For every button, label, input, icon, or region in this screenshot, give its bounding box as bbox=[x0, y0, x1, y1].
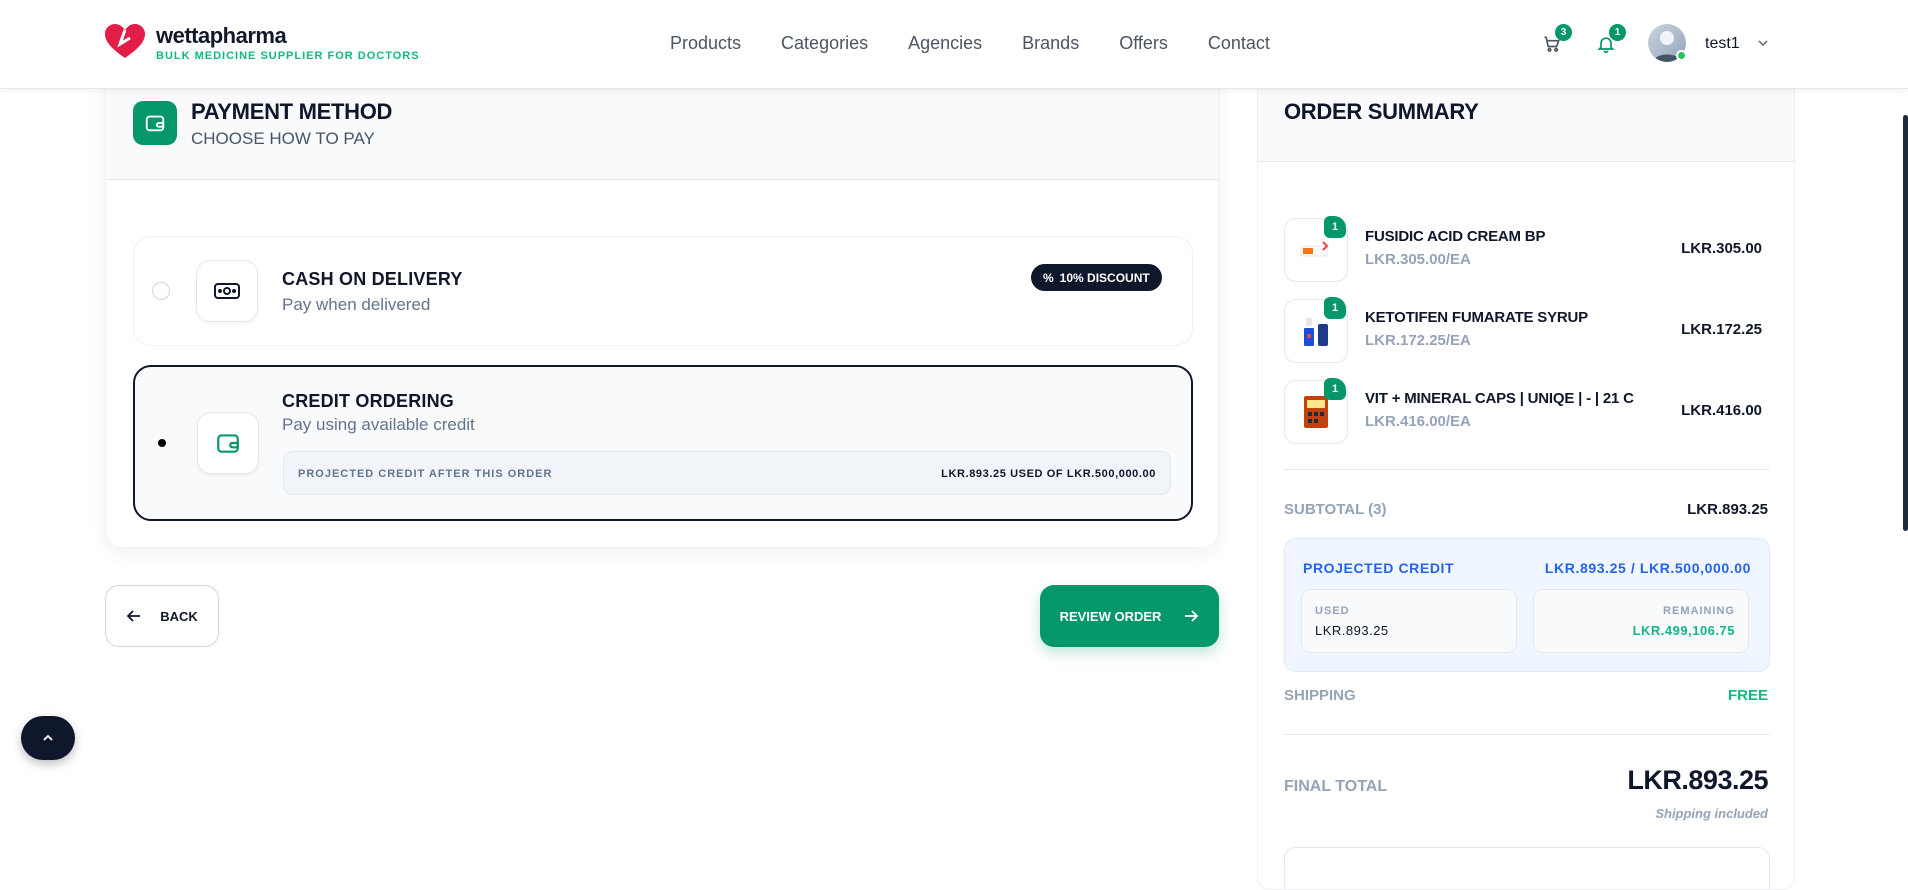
notifications-button[interactable]: 1 bbox=[1592, 24, 1626, 58]
projected-credit-value: LKR.893.25 USED OF LKR.500,000.00 bbox=[941, 468, 1156, 480]
cart-count-badge: 3 bbox=[1555, 24, 1572, 41]
credit-remaining-box: REMAINING LKR.499,106.75 bbox=[1533, 589, 1749, 653]
brand-tagline: BULK MEDICINE SUPPLIER FOR DOCTORS bbox=[156, 50, 420, 62]
divider bbox=[1284, 734, 1770, 735]
option-title: CASH ON DELIVERY bbox=[282, 269, 463, 289]
wallet-icon bbox=[133, 101, 177, 145]
scroll-to-top-button[interactable] bbox=[21, 716, 75, 760]
online-status-dot bbox=[1676, 50, 1687, 61]
payment-method-card: PAYMENT METHOD CHOOSE HOW TO PAY CASH ON… bbox=[105, 60, 1219, 548]
item-unit-price: LKR.416.00/EA bbox=[1365, 413, 1471, 430]
projected-credit-label: PROJECTED CREDIT AFTER THIS ORDER bbox=[298, 468, 553, 480]
heart-logo-icon bbox=[105, 24, 145, 58]
credit-used-box: USED LKR.893.25 bbox=[1301, 589, 1517, 653]
remaining-label: REMAINING bbox=[1663, 605, 1735, 617]
wallet-icon bbox=[197, 412, 259, 474]
option-cash-on-delivery[interactable]: CASH ON DELIVERY Pay when delivered % 10… bbox=[133, 236, 1193, 346]
radio-credit-ordering[interactable] bbox=[153, 434, 171, 452]
nav-categories[interactable]: Categories bbox=[781, 33, 868, 54]
item-price: LKR.172.25 bbox=[1681, 321, 1762, 338]
subtotal-value: LKR.893.25 bbox=[1687, 501, 1768, 518]
payment-subtitle: CHOOSE HOW TO PAY bbox=[191, 129, 375, 148]
item-name: VIT + MINERAL CAPS | UNIQE | - | 21 C bbox=[1365, 390, 1634, 407]
brand-logo[interactable]: wettapharma BULK MEDICINE SUPPLIER FOR D… bbox=[104, 24, 420, 62]
used-value: LKR.893.25 bbox=[1315, 623, 1389, 638]
cash-icon bbox=[196, 260, 258, 322]
page-scrollbar[interactable] bbox=[1903, 115, 1908, 531]
option-title: CREDIT ORDERING bbox=[282, 391, 455, 411]
item-name: KETOTIFEN FUMARATE SYRUP bbox=[1365, 309, 1588, 326]
arrow-right-icon bbox=[1185, 610, 1199, 622]
nav-agencies[interactable]: Agencies bbox=[908, 33, 982, 54]
item-price: LKR.416.00 bbox=[1681, 402, 1762, 419]
payment-title: PAYMENT METHOD bbox=[191, 99, 393, 124]
order-summary-card: ORDER SUMMARY 1 FUSIDIC ACID CREAM BP LK… bbox=[1257, 60, 1795, 890]
radio-cash-on-delivery[interactable] bbox=[152, 282, 170, 300]
item-unit-price: LKR.305.00/EA bbox=[1365, 251, 1471, 268]
final-total-value: LKR.893.25 bbox=[1627, 765, 1768, 795]
main-nav: Products Categories Agencies Brands Offe… bbox=[670, 33, 1270, 54]
option-credit-ordering[interactable]: CREDIT ORDERING Pay using available cred… bbox=[133, 365, 1193, 521]
shipping-label: SHIPPING bbox=[1284, 687, 1356, 704]
used-label: USED bbox=[1315, 605, 1350, 617]
list-item[interactable]: 1 FUSIDIC ACID CREAM BP LKR.305.00/EA LK… bbox=[1284, 216, 1770, 282]
nav-offers[interactable]: Offers bbox=[1119, 33, 1168, 54]
final-total-label: FINAL TOTAL bbox=[1284, 778, 1388, 795]
option-subtitle: Pay using available credit bbox=[282, 415, 475, 434]
chevron-down-icon[interactable] bbox=[1756, 36, 1770, 50]
nav-contact[interactable]: Contact bbox=[1208, 33, 1270, 54]
list-item[interactable]: 1 KETOTIFEN FUMARATE SYRUP LKR.172.25/EA… bbox=[1284, 297, 1770, 363]
nav-products[interactable]: Products bbox=[670, 33, 741, 54]
projected-credit-label: PROJECTED CREDIT bbox=[1303, 560, 1455, 576]
top-navbar: wettapharma BULK MEDICINE SUPPLIER FOR D… bbox=[0, 0, 1908, 89]
quantity-badge: 1 bbox=[1324, 216, 1346, 238]
back-label: BACK bbox=[160, 608, 198, 624]
back-button[interactable]: BACK bbox=[105, 585, 219, 647]
chevron-up-icon bbox=[43, 734, 53, 741]
remaining-value: LKR.499,106.75 bbox=[1632, 623, 1735, 638]
review-order-button[interactable]: REVIEW ORDER bbox=[1040, 585, 1219, 647]
quantity-badge: 1 bbox=[1324, 297, 1346, 319]
item-name: FUSIDIC ACID CREAM BP bbox=[1365, 228, 1546, 245]
list-item[interactable]: 1 VIT + MINERAL CAPS | UNIQE | - | 21 C … bbox=[1284, 378, 1770, 444]
shipping-value: FREE bbox=[1727, 687, 1768, 704]
divider bbox=[1284, 469, 1770, 470]
item-unit-price: LKR.172.25/EA bbox=[1365, 332, 1471, 349]
discount-label: 10% DISCOUNT bbox=[1059, 270, 1150, 285]
notification-count-badge: 1 bbox=[1609, 24, 1626, 41]
subtotal-label: SUBTOTAL (3) bbox=[1284, 501, 1387, 518]
summary-extra-panel bbox=[1284, 847, 1770, 889]
projected-credit-panel: PROJECTED CREDIT LKR.893.25 / LKR.500,00… bbox=[1284, 538, 1770, 672]
option-subtitle: Pay when delivered bbox=[282, 295, 431, 314]
brand-name: wettapharma bbox=[156, 23, 287, 48]
cart-button[interactable]: 3 bbox=[1538, 24, 1572, 58]
nav-brands[interactable]: Brands bbox=[1022, 33, 1079, 54]
username[interactable]: test1 bbox=[1705, 35, 1740, 53]
quantity-badge: 1 bbox=[1324, 378, 1346, 400]
percent-icon: % bbox=[1043, 270, 1054, 285]
projected-credit-box: PROJECTED CREDIT AFTER THIS ORDER LKR.89… bbox=[283, 451, 1171, 495]
discount-badge: % 10% DISCOUNT bbox=[1031, 264, 1162, 291]
projected-credit-value: LKR.893.25 / LKR.500,000.00 bbox=[1544, 560, 1751, 576]
arrow-left-icon bbox=[126, 610, 141, 622]
item-price: LKR.305.00 bbox=[1681, 240, 1762, 257]
shipping-note: Shipping included bbox=[1655, 806, 1768, 821]
review-label: REVIEW ORDER bbox=[1059, 608, 1162, 624]
summary-title: ORDER SUMMARY bbox=[1284, 99, 1479, 124]
